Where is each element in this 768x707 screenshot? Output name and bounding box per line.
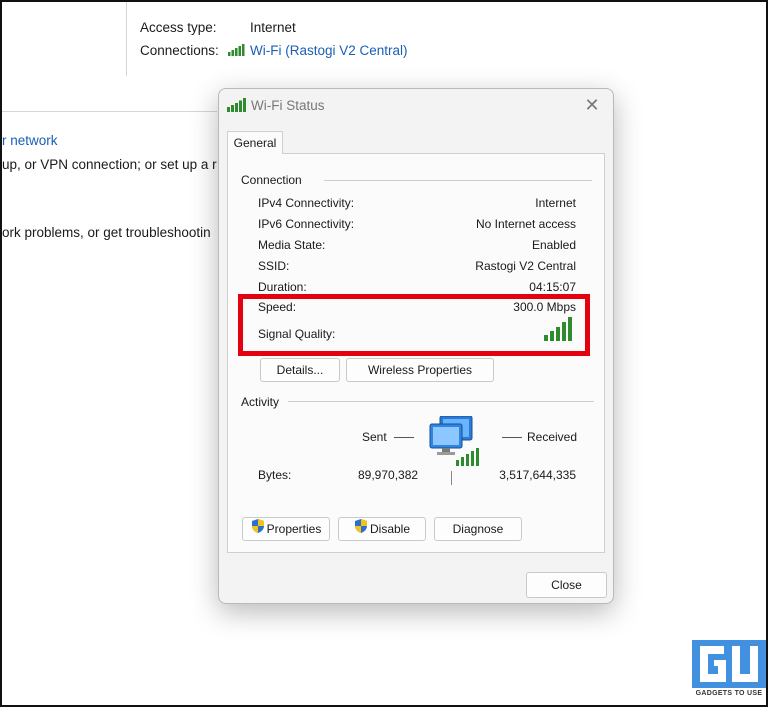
- general-panel: Connection IPv4 Connectivity: Internet I…: [227, 153, 605, 553]
- duration-value: 04:15:07: [529, 280, 576, 294]
- access-type-value: Internet: [250, 20, 296, 35]
- bytes-label: Bytes:: [258, 468, 292, 482]
- wifi-signal-icon: [227, 98, 247, 112]
- ssid-label: SSID:: [258, 259, 290, 273]
- access-type-label: Access type:: [140, 20, 217, 35]
- dialog-title: Wi-Fi Status: [251, 98, 325, 113]
- activity-heading: Activity: [241, 395, 284, 409]
- shield-icon: [251, 518, 265, 540]
- wireless-properties-button[interactable]: Wireless Properties: [346, 358, 494, 382]
- wifi-connection-link[interactable]: Wi-Fi (Rastogi V2 Central): [250, 43, 408, 58]
- received-line: [502, 437, 522, 438]
- diagnose-button[interactable]: Diagnose: [434, 517, 522, 541]
- ipv6-label: IPv6 Connectivity:: [258, 217, 355, 231]
- speed-value: 300.0 Mbps: [513, 300, 576, 314]
- disable-label: Disable: [369, 522, 411, 536]
- background-divider: [126, 2, 127, 76]
- media-state-value: Enabled: [531, 238, 576, 252]
- connections-label: Connections:: [140, 43, 219, 58]
- network-computer-icon: [426, 415, 486, 471]
- disable-button[interactable]: Disable: [338, 517, 426, 541]
- close-button[interactable]: Close: [526, 572, 607, 598]
- ipv4-label: IPv4 Connectivity:: [258, 196, 355, 210]
- properties-label: Properties: [266, 522, 322, 536]
- wifi-signal-icon: [228, 44, 246, 59]
- watermark-text: GADGETS TO USE: [695, 690, 763, 697]
- watermark-box: [692, 640, 766, 688]
- signal-strength-icon: [544, 317, 574, 344]
- media-state-label: Media State:: [258, 238, 326, 252]
- received-label: Received: [527, 430, 578, 444]
- properties-button[interactable]: Properties: [242, 517, 330, 541]
- bytes-received-value: 3,517,644,335: [499, 468, 576, 482]
- ipv6-value: No Internet access: [475, 217, 576, 231]
- sent-line: [394, 437, 414, 438]
- tab-general[interactable]: General: [227, 131, 283, 154]
- ipv4-value: Internet: [535, 196, 576, 210]
- activity-divider: [288, 401, 594, 402]
- connection-heading: Connection: [241, 173, 306, 187]
- setup-network-link[interactable]: r network: [2, 133, 58, 148]
- watermark-logo: GADGETS TO USE: [692, 640, 766, 704]
- sent-label: Sent: [362, 430, 387, 444]
- dialog-titlebar[interactable]: Wi-Fi Status ✕: [219, 89, 613, 123]
- close-icon[interactable]: ✕: [581, 95, 603, 117]
- screenshot-frame: Access type: Internet Connections: Wi-Fi…: [0, 0, 768, 707]
- speed-label: Speed:: [258, 300, 297, 314]
- bytes-sent-value: 89,970,382: [358, 468, 419, 482]
- signal-quality-label: Signal Quality:: [258, 327, 336, 341]
- duration-label: Duration:: [258, 280, 307, 294]
- setup-description: up, or VPN connection; or set up a r: [2, 157, 217, 172]
- wifi-status-dialog: Wi-Fi Status ✕ General Connection IPv4 C…: [218, 88, 614, 604]
- ssid-value: Rastogi V2 Central: [475, 259, 576, 273]
- details-button[interactable]: Details...: [260, 358, 340, 382]
- shield-icon: [354, 518, 368, 540]
- activity-separator: [451, 471, 452, 485]
- troubleshoot-description: ork problems, or get troubleshootin: [2, 225, 211, 240]
- connection-divider: [324, 180, 592, 181]
- background-separator: [2, 111, 217, 112]
